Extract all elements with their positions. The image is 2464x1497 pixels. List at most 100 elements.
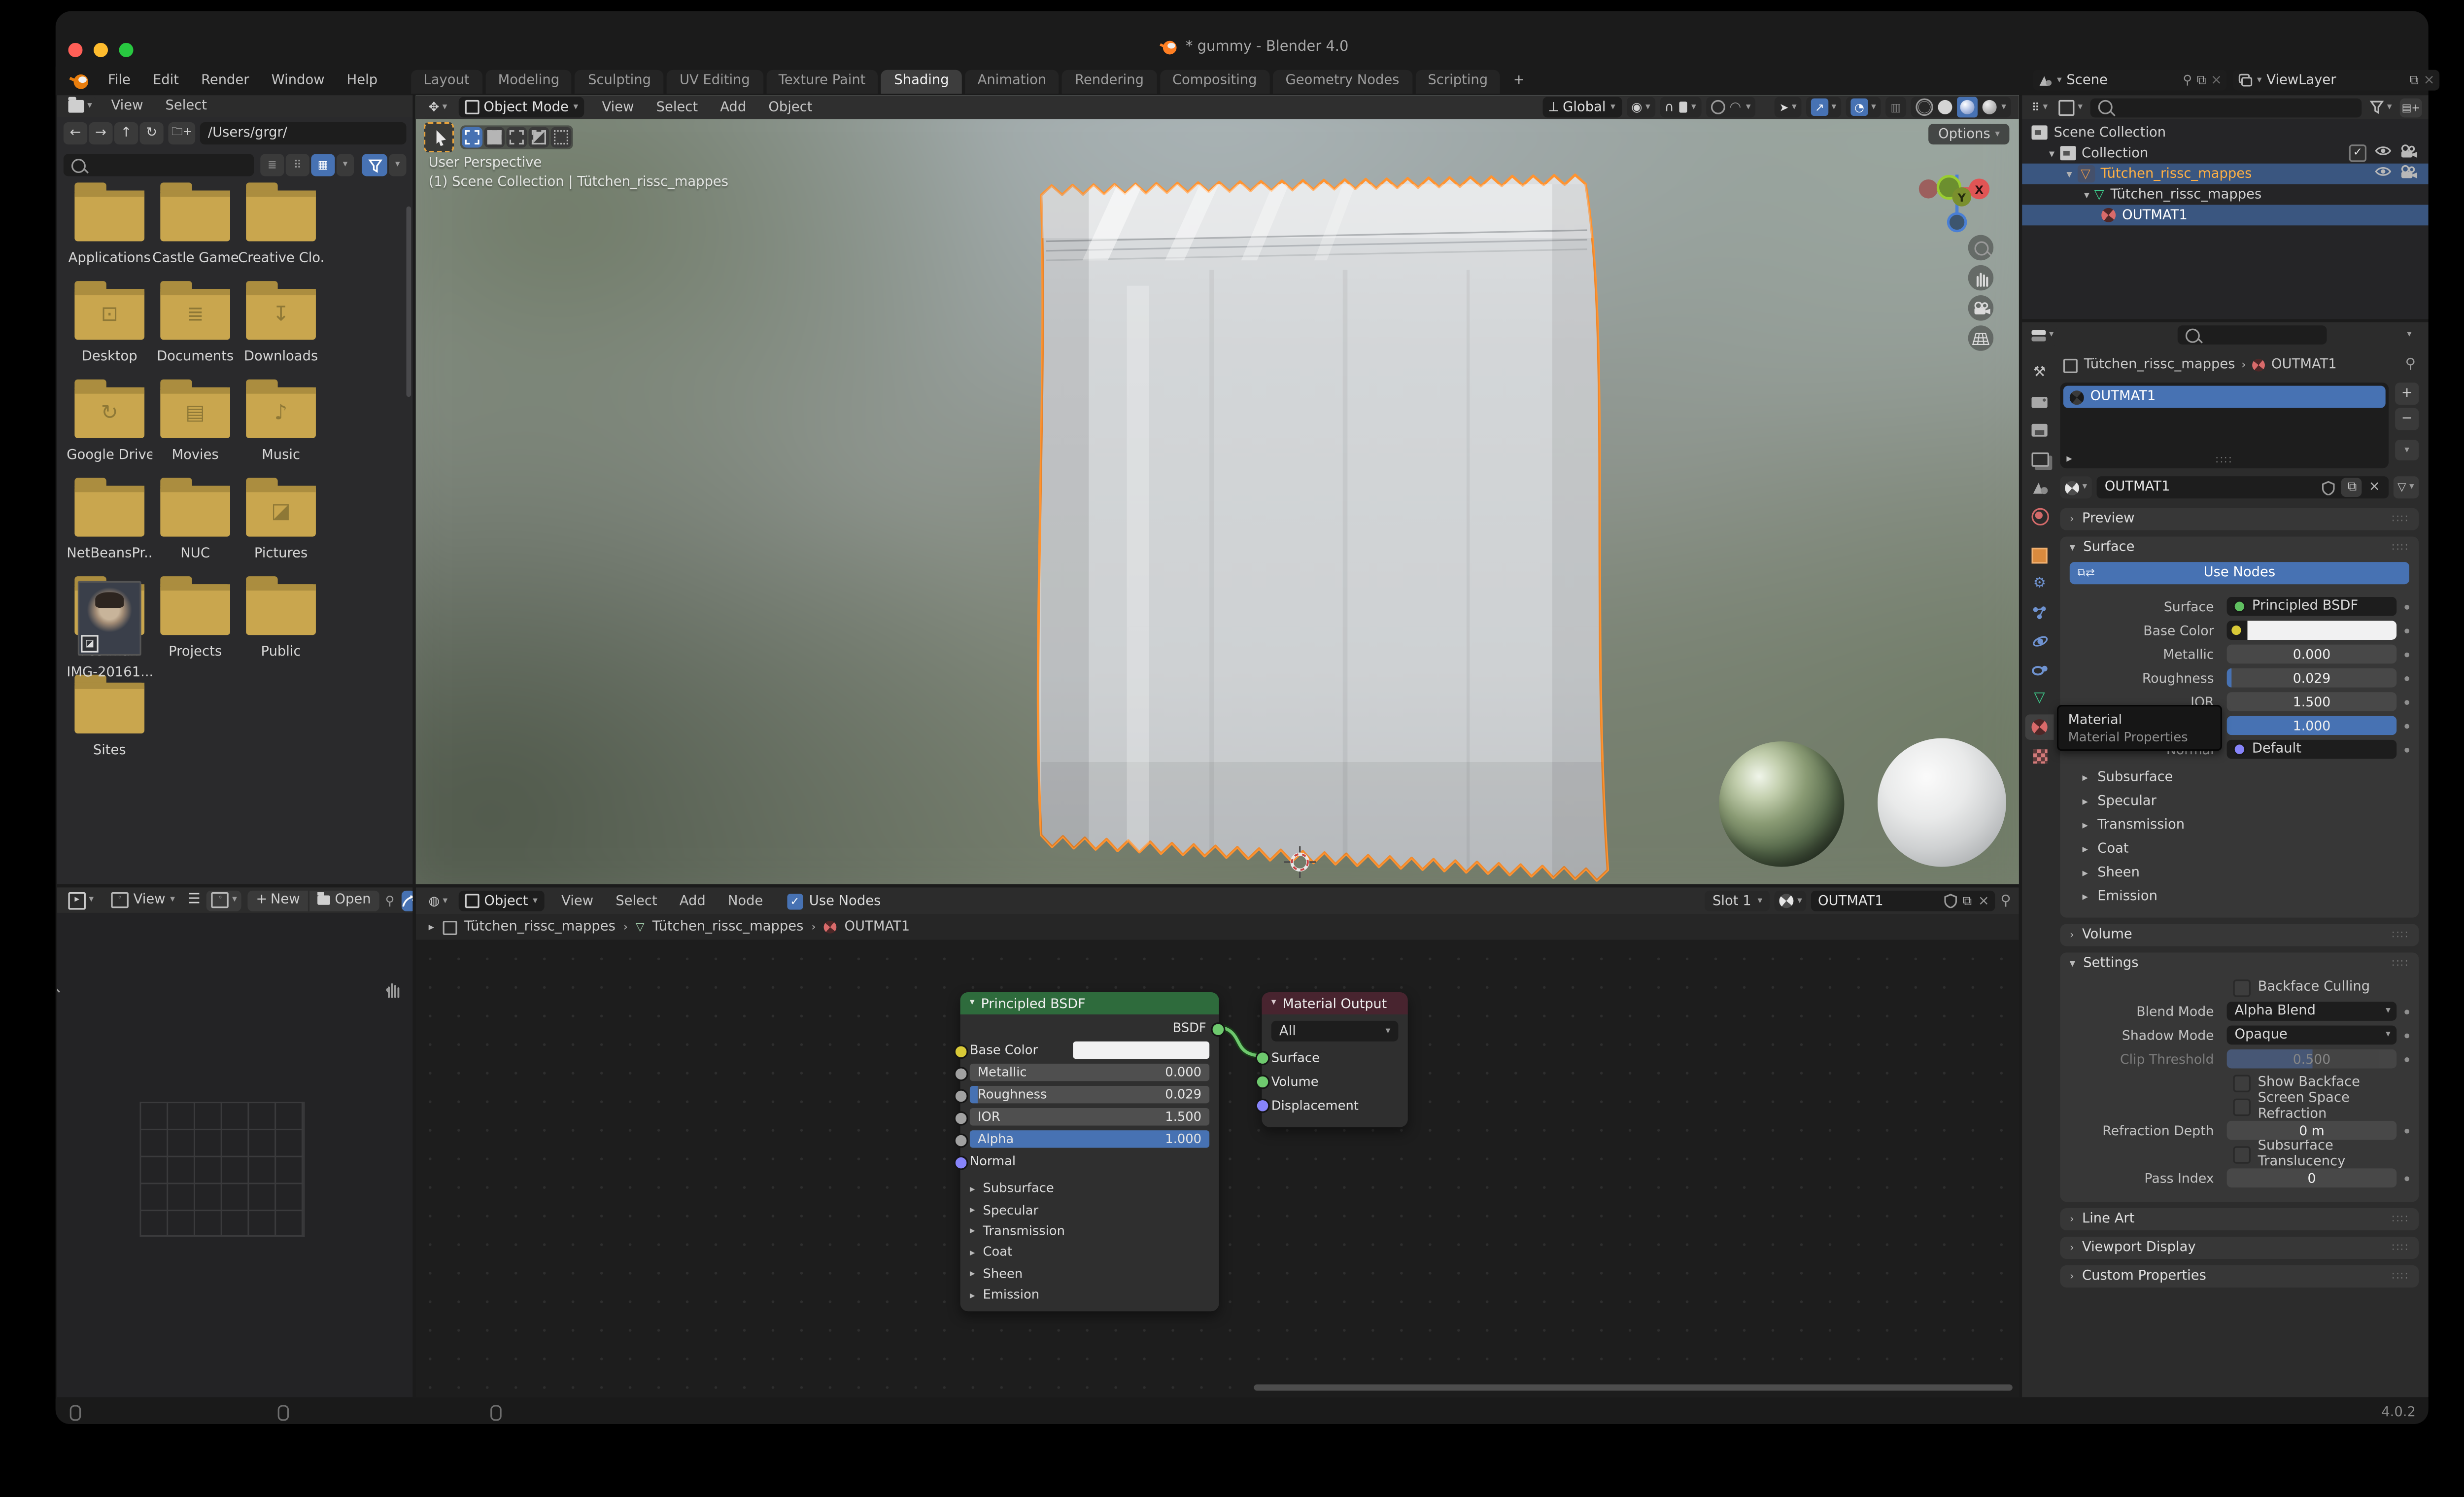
shading-rendered-button[interactable] — [1982, 100, 1997, 114]
checkbox-field[interactable]: Subsurface Translucency — [2232, 1138, 2409, 1170]
exclude-checkbox[interactable]: ✓ — [2349, 144, 2367, 162]
zoom-view-button[interactable] — [1968, 235, 1994, 261]
animate-dot-icon[interactable] — [2404, 723, 2410, 728]
animate-dot-icon[interactable] — [2404, 1128, 2410, 1133]
editor-type-viewport[interactable]: ✥ ▾ — [423, 97, 452, 118]
active-tool-tweak[interactable] — [423, 122, 454, 153]
preview-panel[interactable]: › Preview ∷∷ — [2060, 508, 2419, 530]
color-swatch[interactable] — [2247, 621, 2397, 640]
remove-material-slot-button[interactable]: − — [2395, 408, 2419, 430]
subpanel-sheen[interactable]: ▸ Sheen — [2070, 861, 2409, 884]
vp-menu-select[interactable]: Select — [645, 99, 709, 115]
folder-item[interactable]: ↻ Google Drive — [67, 379, 152, 463]
shader-type-selector[interactable]: Object ▾ — [458, 890, 544, 911]
settings-panel-header[interactable]: ▾ Settings ∷∷ — [2060, 952, 2419, 975]
outliner-row[interactable]: ▾ Collection ✓ — [2022, 143, 2428, 164]
tab-material[interactable] — [2025, 714, 2054, 740]
file-search-input[interactable] — [63, 154, 254, 176]
slider-field[interactable]: 1.000 — [2226, 716, 2397, 735]
move-view-button[interactable] — [1968, 265, 1994, 291]
select-extend-button[interactable] — [484, 127, 505, 148]
tab-sculpting[interactable]: Sculpting — [575, 69, 664, 93]
path-input[interactable]: /Users/grgr/ — [200, 122, 407, 145]
outliner-search-input[interactable] — [2090, 98, 2362, 117]
select-intersect-button[interactable] — [550, 127, 572, 148]
output-input-displacement[interactable]: Displacement — [1255, 1095, 1399, 1114]
copy-material-button[interactable]: ⧉ — [2342, 478, 2362, 497]
snap-controls[interactable]: ∩ ▾ — [1660, 97, 1701, 118]
mode-selector[interactable]: Object Mode ▾ — [458, 97, 585, 118]
node-slider[interactable]: IOR 1.500 — [969, 1108, 1210, 1126]
folder-item[interactable]: ≣ Documents — [152, 281, 238, 365]
viewport-3d[interactable]: ✥ ▾ Object Mode ▾ View Select Add Object ⟂ Gl… — [415, 95, 2019, 884]
animate-dot-icon[interactable] — [2404, 1009, 2410, 1014]
add-workspace-button[interactable]: + — [1501, 69, 1537, 93]
menu-window[interactable]: Window — [260, 73, 336, 89]
material-slot-item[interactable]: OUTMAT1 — [2063, 385, 2386, 408]
use-nodes-checkbox[interactable]: ✓ Use Nodes — [787, 893, 881, 909]
color-swatch[interactable] — [1073, 1041, 1210, 1059]
checkbox-field[interactable]: Show Backface — [2232, 1074, 2409, 1092]
select-field[interactable]: Opaque ▾ — [2226, 1025, 2397, 1045]
surface-panel-header[interactable]: ▾ Surface ∷∷ — [2060, 537, 2419, 559]
node-section-emission[interactable]: ▸ Emission — [970, 1284, 1209, 1305]
folder-item[interactable]: NetBeansPr... — [67, 478, 152, 562]
menu-help[interactable]: Help — [336, 73, 389, 89]
menu-edit[interactable]: Edit — [141, 73, 190, 89]
hamburger-menu-icon[interactable]: ☰ — [188, 892, 201, 908]
input-socket[interactable] — [954, 1133, 968, 1148]
animate-dot-icon[interactable] — [2404, 627, 2410, 633]
proportional-editing-controls[interactable]: ◠ ▾ — [1706, 97, 1756, 118]
tab-constraints[interactable] — [2025, 657, 2054, 683]
image-editor-view-menu[interactable]: ◦ View ▾ — [104, 890, 181, 911]
input-socket[interactable] — [1255, 1051, 1270, 1066]
folder-item[interactable]: ⊡ Desktop — [67, 281, 152, 365]
fb-menu-view[interactable]: View — [100, 99, 154, 114]
pin-image-icon[interactable]: ⚲ — [385, 893, 395, 907]
tab-tool[interactable]: ⚒ — [2025, 360, 2054, 386]
tab-physics[interactable] — [2025, 628, 2054, 654]
animate-dot-icon[interactable] — [2404, 604, 2410, 609]
input-socket[interactable] — [954, 1111, 968, 1126]
outliner-row[interactable]: Scene Collection — [2022, 122, 2428, 143]
fake-user-shield-icon[interactable] — [1943, 894, 1956, 908]
expander-icon[interactable]: ▾ — [2084, 188, 2089, 201]
node-material-output[interactable]: ▾ Material Output All ▾ Surface Volume Disp… — [1255, 992, 1408, 1127]
tab-scripting[interactable]: Scripting — [1415, 69, 1501, 93]
subpanel-coat[interactable]: ▸ Coat — [2070, 836, 2409, 860]
checkbox[interactable] — [2232, 1098, 2250, 1115]
node-section-coat[interactable]: ▸ Coat — [970, 1242, 1209, 1263]
folder-item[interactable]: Creative Clo... — [238, 182, 324, 267]
tab-view-layer[interactable] — [2025, 446, 2054, 472]
show-gizmos-toggle[interactable]: ↗ ▾ — [1806, 97, 1841, 118]
tab-scene[interactable] — [2025, 475, 2054, 500]
folder-item[interactable]: ▤ Movies — [152, 379, 238, 463]
expander-icon[interactable]: ▾ — [2049, 147, 2054, 160]
subpanel-specular[interactable]: ▸ Specular — [2070, 789, 2409, 813]
hdri-preview-sphere[interactable] — [1719, 741, 1845, 867]
outliner-row[interactable]: ▾ ▽ Tütchen_rissc_mappes — [2022, 184, 2428, 205]
select-invert-button[interactable] — [528, 127, 549, 148]
menu-file[interactable]: File — [97, 73, 141, 89]
breadcrumb-expand-icon[interactable]: ▸ — [429, 921, 434, 934]
editor-type-image-editor[interactable]: ▸ ▾ — [63, 890, 99, 911]
fb-menu-select[interactable]: Select — [154, 99, 218, 114]
editor-type-outliner[interactable]: ⠿ ▾ — [2028, 98, 2051, 117]
display-vertical-list-button[interactable]: ≣ — [260, 154, 284, 176]
slider-field[interactable]: 0.500 — [2226, 1049, 2397, 1069]
node-principled-bsdf[interactable]: ▾ Principled BSDF BSDF Base Color Metalli… — [954, 992, 1226, 1312]
material-name-field[interactable]: OUTMAT1 ⧉ × — [2096, 476, 2388, 499]
panel-custom-properties[interactable]: › Custom Properties ∷∷ — [2060, 1265, 2419, 1288]
new-collection-button[interactable]: ▤+ — [2399, 98, 2422, 117]
material-browse-dropdown[interactable]: ▾ — [1775, 890, 1807, 911]
output-target-select[interactable]: All ▾ — [1271, 1020, 1399, 1042]
node-input-roughness[interactable]: Roughness 0.029 — [954, 1085, 1210, 1104]
shading-wireframe-button[interactable] — [1916, 98, 1933, 116]
pivot-point-selector[interactable]: ◉ ▾ — [1626, 97, 1655, 118]
forward-button[interactable]: → — [89, 122, 113, 145]
checkbox-field[interactable]: Screen Space Refraction — [2232, 1091, 2409, 1122]
node-slider[interactable]: Roughness 0.029 — [969, 1085, 1210, 1104]
checkbox[interactable] — [2232, 1145, 2250, 1163]
select-set-button[interactable] — [462, 127, 483, 148]
ref-field[interactable]: Default — [2226, 739, 2397, 759]
